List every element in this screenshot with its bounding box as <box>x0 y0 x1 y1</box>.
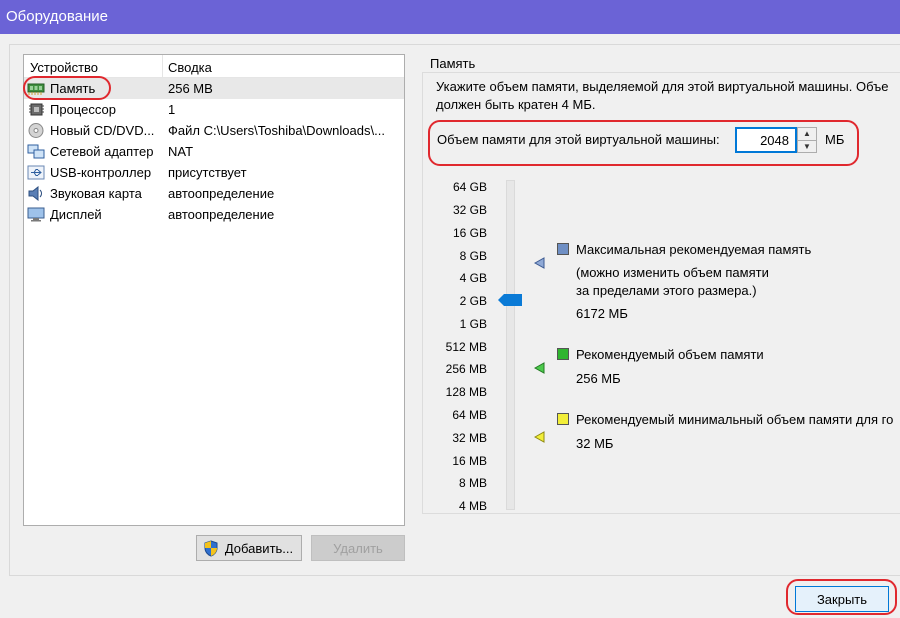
device-summary: автоопределение <box>168 207 275 222</box>
max-recommended-marker <box>533 257 545 269</box>
shield-icon <box>204 540 218 557</box>
scale-label: 4 GB <box>459 271 487 285</box>
device-name: Звуковая карта <box>50 186 142 201</box>
column-header-device[interactable]: Устройство <box>30 60 98 75</box>
add-device-button[interactable]: Добавить... <box>196 535 302 561</box>
device-row-cd-dvd[interactable]: Новый CD/DVD... Файл C:\Users\Toshiba\Do… <box>24 120 404 141</box>
legend-max-note-1: (можно изменить объем памяти <box>576 265 769 280</box>
device-list[interactable]: Устройство Сводка Память 256 MB Процессо… <box>23 54 405 526</box>
device-name: Процессор <box>50 102 116 117</box>
device-list-header: Устройство Сводка <box>24 55 404 78</box>
device-name: USB-контроллер <box>50 165 152 180</box>
device-summary: 256 MB <box>168 81 213 96</box>
scale-label: 32 MB <box>452 431 487 445</box>
device-summary: NAT <box>168 144 194 159</box>
memory-group-title: Память <box>428 56 478 71</box>
description-line-1: Укажите объем памяти, выделяемой для это… <box>436 79 889 94</box>
display-icon <box>27 207 45 222</box>
legend-max-note-2: за пределами этого размера.) <box>576 283 757 298</box>
description-line-2: должен быть кратен 4 МБ. <box>436 97 596 112</box>
device-name: Новый CD/DVD... <box>50 123 155 138</box>
device-summary: присутствует <box>168 165 247 180</box>
device-row-processor[interactable]: Процессор 1 <box>24 99 404 120</box>
highlight-memory-row <box>23 76 111 100</box>
column-header-summary[interactable]: Сводка <box>168 60 212 75</box>
scale-label: 64 MB <box>452 408 487 422</box>
legend-max-swatch <box>557 243 569 255</box>
cd-dvd-icon <box>28 123 44 138</box>
legend-min-value: 32 МБ <box>576 436 614 451</box>
scale-label: 1 GB <box>459 317 487 331</box>
device-name: Сетевой адаптер <box>50 144 154 159</box>
scale-label: 16 MB <box>452 454 487 468</box>
scale-label: 16 GB <box>452 226 487 240</box>
scale-label: 8 MB <box>458 476 487 490</box>
scale-label: 512 MB <box>445 340 487 354</box>
device-summary: 1 <box>168 102 176 117</box>
usb-icon <box>27 165 45 180</box>
dialog-footer <box>0 576 900 618</box>
sound-card-icon <box>28 186 42 201</box>
device-summary: Файл C:\Users\Toshiba\Downloads\... <box>168 123 385 138</box>
remove-device-button[interactable]: Удалить <box>311 535 405 561</box>
legend-recommended-title: Рекомендуемый объем памяти <box>576 347 764 362</box>
min-recommended-marker <box>533 431 545 443</box>
recommended-marker <box>533 362 545 374</box>
scale-label: 8 GB <box>459 249 487 263</box>
device-row-sound[interactable]: Звуковая карта автоопределение <box>24 183 404 204</box>
device-row-network[interactable]: Сетевой адаптер NAT <box>24 141 404 162</box>
highlight-memory-field <box>428 120 859 166</box>
device-summary: автоопределение <box>168 186 275 201</box>
memory-description: Укажите объем памяти, выделяемой для это… <box>436 78 900 114</box>
processor-icon <box>29 103 44 116</box>
memory-slider-thumb[interactable] <box>498 294 522 306</box>
legend-max-title: Максимальная рекомендуемая память <box>576 242 812 257</box>
scale-label: 64 GB <box>452 180 487 194</box>
legend-min-title: Рекомендуемый минимальный объем памяти д… <box>576 412 894 427</box>
legend-recommended-value: 256 МБ <box>576 371 621 386</box>
window-titlebar: Оборудование <box>0 0 900 34</box>
device-name: Дисплей <box>50 207 102 222</box>
legend-recommended-swatch <box>557 348 569 360</box>
scale-label: 256 MB <box>445 362 487 376</box>
legend-max-value: 6172 МБ <box>576 306 628 321</box>
remove-button-label: Удалить <box>333 541 383 556</box>
device-row-usb[interactable]: USB-контроллер присутствует <box>24 162 404 183</box>
scale-label: 32 GB <box>452 203 487 217</box>
highlight-close-button <box>786 579 897 615</box>
legend-min-swatch <box>557 413 569 425</box>
scale-label: 4 MB <box>458 499 487 513</box>
scale-label: 128 MB <box>445 385 487 399</box>
device-row-display[interactable]: Дисплей автоопределение <box>24 204 404 225</box>
column-separator[interactable] <box>162 55 163 78</box>
window-title: Оборудование <box>6 8 109 25</box>
scale-label: 2 GB <box>459 294 487 308</box>
network-adapter-icon <box>27 144 45 159</box>
memory-slider-track[interactable] <box>506 180 515 510</box>
